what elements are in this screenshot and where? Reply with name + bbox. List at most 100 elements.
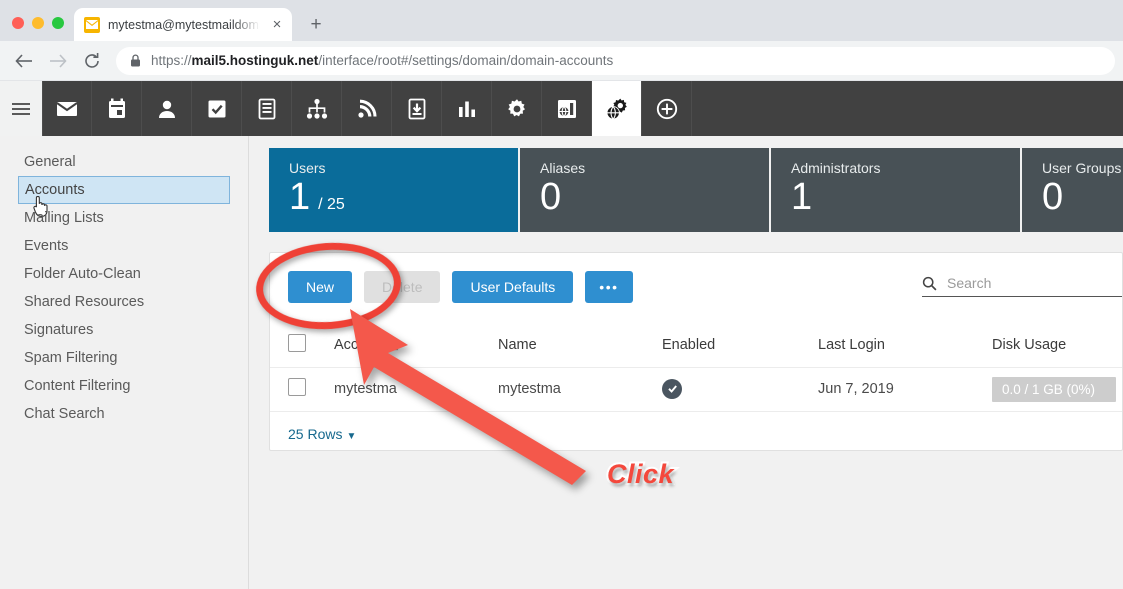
hamburger-icon[interactable]	[0, 81, 42, 136]
browser-tabstrip: mytestma@mytestmaildomain.c × +	[0, 0, 1123, 41]
page-body: General Accounts Mailing Lists Events Fo…	[0, 136, 1123, 589]
maximize-window-button[interactable]	[52, 17, 64, 29]
org-chart-icon[interactable]	[292, 81, 342, 136]
file-storage-icon[interactable]	[392, 81, 442, 136]
url-path: /interface/root#/settings/domain/domain-…	[318, 53, 614, 68]
rows-per-page-selector[interactable]: 25 Rows ▼	[270, 412, 1122, 442]
address-bar[interactable]: https://mail5.hostinguk.net/interface/ro…	[116, 46, 1115, 75]
sidebar-item-general[interactable]: General	[18, 148, 230, 176]
column-header-account[interactable]: Account △	[334, 323, 498, 368]
sidebar-item-shared-resources-wrap: Shared Resources	[0, 288, 248, 316]
accounts-table-body: mytestma mytestma Jun 7, 2019 0.0 / 1 GB…	[270, 367, 1122, 412]
browser-tab-title: mytestma@mytestmaildomain.c	[108, 17, 260, 32]
reports-icon[interactable]	[442, 81, 492, 136]
user-defaults-button[interactable]: User Defaults	[452, 271, 574, 303]
cell-enabled	[662, 367, 818, 412]
column-header-enabled[interactable]: Enabled	[662, 323, 818, 368]
accounts-content: Users 1 / 25 Aliases 0 Administrators 1	[249, 136, 1123, 589]
search-icon	[922, 276, 937, 291]
stat-value-row: 1	[791, 174, 1020, 222]
sidebar-item-chat-search-wrap: Chat Search	[0, 400, 248, 428]
table-header-row: Account △ Name Enabled Last Login Disk Us…	[270, 323, 1122, 368]
notes-icon[interactable]	[242, 81, 292, 136]
chevron-down-icon: ▼	[346, 430, 357, 442]
sidebar-item-chat-search[interactable]: Chat Search	[18, 400, 230, 428]
app-navigation-bar	[0, 81, 1123, 136]
back-button[interactable]	[8, 45, 40, 77]
sort-ascending-icon: △	[391, 340, 399, 351]
column-header-label: Account	[334, 336, 387, 353]
sidebar-item-spam-filtering-wrap: Spam Filtering	[0, 344, 248, 372]
search-box[interactable]	[922, 275, 1122, 297]
sidebar-item-label: Mailing Lists	[24, 210, 104, 226]
sidebar-item-label: Signatures	[24, 322, 94, 338]
stat-value: 0	[540, 176, 562, 218]
sidebar-item-label: Folder Auto-Clean	[24, 266, 141, 282]
lock-icon	[130, 54, 141, 67]
tasks-icon[interactable]	[192, 81, 242, 136]
domain-admin-icon[interactable]	[592, 81, 642, 136]
table-row[interactable]: mytestma mytestma Jun 7, 2019 0.0 / 1 GB…	[270, 367, 1122, 412]
sidebar-item-folder-auto-clean-wrap: Folder Auto-Clean	[0, 260, 248, 288]
column-header-disk-usage[interactable]: Disk Usage	[992, 323, 1122, 368]
stat-value-row: 1 / 25	[289, 174, 518, 222]
sidebar-item-content-filtering-wrap: Content Filtering	[0, 372, 248, 400]
accounts-table: Account △ Name Enabled Last Login Disk Us…	[270, 323, 1122, 412]
stat-card-user-groups[interactable]: User Groups 0	[1022, 148, 1123, 232]
select-all-header	[270, 323, 334, 368]
rss-feeds-icon[interactable]	[342, 81, 392, 136]
settings-gear-icon[interactable]	[492, 81, 542, 136]
close-icon[interactable]: ×	[268, 16, 286, 34]
stat-card-administrators[interactable]: Administrators 1	[771, 148, 1020, 232]
accounts-table-head: Account △ Name Enabled Last Login Disk Us…	[270, 323, 1122, 368]
sidebar-item-content-filtering[interactable]: Content Filtering	[18, 372, 230, 400]
url-scheme: https://	[151, 53, 192, 68]
delete-button[interactable]: Delete	[364, 271, 441, 303]
calendar-icon[interactable]	[92, 81, 142, 136]
sidebar-item-shared-resources[interactable]: Shared Resources	[18, 288, 230, 316]
column-header-name[interactable]: Name	[498, 323, 662, 368]
reload-button[interactable]	[76, 45, 108, 77]
new-tab-button[interactable]: +	[302, 10, 330, 38]
sidebar-item-events[interactable]: Events	[18, 232, 230, 260]
stat-card-aliases[interactable]: Aliases 0	[520, 148, 769, 232]
sidebar-item-signatures[interactable]: Signatures	[18, 316, 230, 344]
new-button[interactable]: New	[288, 271, 353, 303]
sidebar-item-signatures-wrap: Signatures	[0, 316, 248, 344]
search-input[interactable]	[947, 275, 1122, 291]
stat-card-users[interactable]: Users 1 / 25	[269, 148, 518, 232]
window-traffic-lights	[10, 17, 74, 41]
sidebar-item-folder-auto-clean[interactable]: Folder Auto-Clean	[18, 260, 230, 288]
stat-cards: Users 1 / 25 Aliases 0 Administrators 1	[269, 148, 1123, 232]
address-bar-url: https://mail5.hostinguk.net/interface/ro…	[151, 53, 613, 68]
browser-tab[interactable]: mytestma@mytestmaildomain.c ×	[74, 8, 292, 41]
more-options-button[interactable]: •••	[585, 271, 633, 303]
add-icon[interactable]	[642, 81, 692, 136]
sidebar-item-mailing-lists[interactable]: Mailing Lists	[18, 204, 230, 232]
row-select-cell	[270, 367, 334, 412]
stat-value: 0	[1042, 176, 1064, 218]
accounts-toolbar: New Delete User Defaults •••	[270, 253, 1122, 303]
domain-settings-icon[interactable]	[542, 81, 592, 136]
mail-icon[interactable]	[42, 81, 92, 136]
select-all-checkbox[interactable]	[288, 333, 306, 352]
row-checkbox[interactable]	[288, 378, 306, 396]
sidebar-item-mailing-lists-wrap: Mailing Lists	[0, 204, 248, 232]
sidebar-item-accounts[interactable]: Accounts	[18, 176, 230, 204]
app-nav-items	[42, 81, 692, 136]
stat-value-row: 0	[540, 174, 769, 222]
rows-per-page-label: 25 Rows	[288, 425, 343, 442]
sidebar-item-label: Events	[24, 238, 69, 254]
minimize-window-button[interactable]	[32, 17, 44, 29]
column-header-last-login[interactable]: Last Login	[818, 323, 992, 368]
forward-button[interactable]	[42, 45, 74, 77]
close-window-button[interactable]	[12, 17, 24, 29]
settings-sidebar: General Accounts Mailing Lists Events Fo…	[0, 136, 249, 589]
sidebar-item-general-wrap: General	[0, 148, 248, 176]
sidebar-item-accounts-wrap: Accounts	[0, 176, 248, 217]
contacts-icon[interactable]	[142, 81, 192, 136]
stat-value: 1	[791, 176, 813, 218]
accounts-panel: New Delete User Defaults ••• Search Acco…	[269, 252, 1123, 451]
sidebar-item-label: Content Filtering	[24, 378, 131, 394]
sidebar-item-spam-filtering[interactable]: Spam Filtering	[18, 344, 230, 372]
